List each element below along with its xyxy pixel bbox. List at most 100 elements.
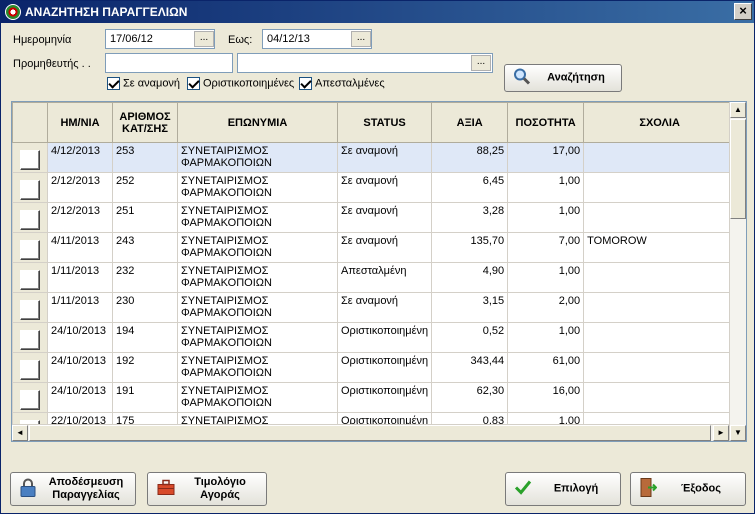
cell-value[interactable]: 3,15 <box>431 292 509 323</box>
cell-quantity[interactable]: 1,00 <box>507 322 585 353</box>
cell-quantity[interactable]: 1,00 <box>507 262 585 293</box>
cell-date[interactable]: 4/12/2013 <box>47 142 113 173</box>
row-selector[interactable] <box>12 322 48 353</box>
close-button[interactable]: × <box>734 3 752 20</box>
cell-date[interactable]: 24/10/2013 <box>47 322 113 353</box>
cell-quantity[interactable]: 16,00 <box>507 382 585 413</box>
cell-quantity[interactable]: 2,00 <box>507 292 585 323</box>
cell-name[interactable]: ΣΥΝΕΤΑΙΡΙΣΜΟΣ ΦΑΡΜΑΚΟΠΟΙΩΝ <box>177 232 338 263</box>
cell-date[interactable]: 24/10/2013 <box>47 352 113 383</box>
cell-status[interactable]: Σε αναμονή <box>336 172 433 203</box>
row-select-button[interactable] <box>20 360 40 380</box>
table-row[interactable]: 1/11/2013 230 ΣΥΝΕΤΑΙΡΙΣΜΟΣ ΦΑΡΜΑΚΟΠΟΙΩΝ Σε… <box>12 292 737 323</box>
select-button[interactable]: Επιλογή <box>505 472 621 506</box>
checkbox-sent-box[interactable] <box>299 77 312 90</box>
table-row[interactable]: 1/11/2013 232 ΣΥΝΕΤΑΙΡΙΣΜΟΣ ΦΑΡΜΑΚΟΠΟΙΩΝ Απ… <box>12 262 737 293</box>
supplier-name-field[interactable] <box>237 53 493 73</box>
cell-name[interactable]: ΣΥΝΕΤΑΙΡΙΣΜΟΣ ΦΑΡΜΑΚΟΠΟΙΩΝ <box>177 292 338 323</box>
row-selector[interactable] <box>12 292 48 323</box>
row-selector[interactable] <box>12 382 48 413</box>
cell-number[interactable]: 251 <box>112 202 178 233</box>
cell-name[interactable]: ΣΥΝΕΤΑΙΡΙΣΜΟΣ ΦΑΡΜΑΚΟΠΟΙΩΝ <box>177 142 338 173</box>
cell-status[interactable]: Οριστικοποιημένη <box>336 352 433 383</box>
row-selector[interactable] <box>12 202 48 233</box>
cell-value[interactable]: 0,52 <box>431 322 509 353</box>
table-row[interactable]: 24/10/2013 191 ΣΥΝΕΤΑΙΡΙΣΜΟΣ ΦΑΡΜΑΚΟΠΟΙΩΝ Ο… <box>12 382 737 413</box>
checkbox-finalized-box[interactable] <box>187 77 200 90</box>
cell-number[interactable]: 194 <box>112 322 178 353</box>
column-header-comments[interactable]: ΣΧΟΛΙΑ <box>583 102 737 143</box>
horizontal-scroll-thumb[interactable] <box>29 425 711 441</box>
cell-comment[interactable] <box>583 172 737 203</box>
cell-number[interactable]: 243 <box>112 232 178 263</box>
date-to-picker-button[interactable]: ... <box>351 31 371 47</box>
cell-name[interactable]: ΣΥΝΕΤΑΙΡΙΣΜΟΣ ΦΑΡΜΑΚΟΠΟΙΩΝ <box>177 202 338 233</box>
cell-status[interactable]: Σε αναμονή <box>336 232 433 263</box>
date-from-picker-button[interactable]: ... <box>194 31 214 47</box>
table-row[interactable]: 4/12/2013 253 ΣΥΝΕΤΑΙΡΙΣΜΟΣ ΦΑΡΜΑΚΟΠΟΙΩΝ Σε… <box>12 142 737 173</box>
cell-name[interactable]: ΣΥΝΕΤΑΙΡΙΣΜΟΣ ΦΑΡΜΑΚΟΠΟΙΩΝ <box>177 322 338 353</box>
table-row[interactable]: 24/10/2013 194 ΣΥΝΕΤΑΙΡΙΣΜΟΣ ΦΑΡΜΑΚΟΠΟΙΩΝ Ο… <box>12 322 737 353</box>
cell-comment[interactable] <box>583 292 737 323</box>
row-selector[interactable] <box>12 172 48 203</box>
cell-comment[interactable] <box>583 142 737 173</box>
row-selector[interactable] <box>12 142 48 173</box>
cell-number[interactable]: 230 <box>112 292 178 323</box>
cell-value[interactable]: 88,25 <box>431 142 509 173</box>
cell-comment[interactable] <box>583 202 737 233</box>
scroll-up-button[interactable]: ▲ <box>730 102 746 118</box>
scroll-left-button[interactable]: ◄ <box>12 425 28 441</box>
table-row[interactable]: 24/10/2013 192 ΣΥΝΕΤΑΙΡΙΣΜΟΣ ΦΑΡΜΑΚΟΠΟΙΩΝ Ο… <box>12 352 737 383</box>
release-order-button[interactable]: Αποδέσμευση Παραγγελίας <box>10 472 136 506</box>
horizontal-scrollbar[interactable]: ◄ ► <box>12 424 729 441</box>
cell-date[interactable]: 2/12/2013 <box>47 172 113 203</box>
row-select-button[interactable] <box>20 240 40 260</box>
column-header-quantity[interactable]: ΠΟΣΟΤΗΤΑ <box>507 102 585 143</box>
cell-number[interactable]: 253 <box>112 142 178 173</box>
cell-quantity[interactable]: 1,00 <box>507 172 585 203</box>
checkbox-finalized[interactable]: Οριστικοποιημένες <box>187 77 294 93</box>
column-header-status[interactable]: STATUS <box>336 102 433 143</box>
table-row[interactable]: 2/12/2013 251 ΣΥΝΕΤΑΙΡΙΣΜΟΣ ΦΑΡΜΑΚΟΠΟΙΩΝ Σε… <box>12 202 737 233</box>
row-select-button[interactable] <box>20 180 40 200</box>
supplier-code-field[interactable] <box>105 53 233 73</box>
cell-date[interactable]: 1/11/2013 <box>47 292 113 323</box>
vertical-scrollbar[interactable]: ▲ ▼ <box>729 102 746 441</box>
row-selector[interactable] <box>12 262 48 293</box>
scroll-right-button[interactable]: ► <box>713 425 729 441</box>
cell-value[interactable]: 3,28 <box>431 202 509 233</box>
cell-name[interactable]: ΣΥΝΕΤΑΙΡΙΣΜΟΣ ΦΑΡΜΑΚΟΠΟΙΩΝ <box>177 262 338 293</box>
checkbox-pending-box[interactable] <box>107 77 120 90</box>
row-select-button[interactable] <box>20 330 40 350</box>
row-selector[interactable] <box>12 232 48 263</box>
table-row[interactable]: 2/12/2013 252 ΣΥΝΕΤΑΙΡΙΣΜΟΣ ΦΑΡΜΑΚΟΠΟΙΩΝ Σε… <box>12 172 737 203</box>
cell-quantity[interactable]: 7,00 <box>507 232 585 263</box>
cell-number[interactable]: 232 <box>112 262 178 293</box>
checkbox-sent[interactable]: Απεσταλμένες <box>299 77 385 93</box>
column-header-name[interactable]: ΕΠΩΝΥΜΙΑ <box>177 102 338 143</box>
cell-value[interactable]: 6,45 <box>431 172 509 203</box>
cell-status[interactable]: Οριστικοποιημένη <box>336 382 433 413</box>
checkbox-pending[interactable]: Σε αναμονή <box>107 77 180 93</box>
cell-status[interactable]: Οριστικοποιημένη <box>336 322 433 353</box>
cell-value[interactable]: 4,90 <box>431 262 509 293</box>
cell-comment[interactable] <box>583 262 737 293</box>
exit-button[interactable]: Έξοδος <box>630 472 746 506</box>
cell-quantity[interactable]: 1,00 <box>507 202 585 233</box>
row-select-button[interactable] <box>20 210 40 230</box>
vertical-scroll-thumb[interactable] <box>730 119 746 219</box>
cell-status[interactable]: Απεσταλμένη <box>336 262 433 293</box>
cell-status[interactable]: Σε αναμονή <box>336 142 433 173</box>
cell-value[interactable]: 343,44 <box>431 352 509 383</box>
cell-quantity[interactable]: 61,00 <box>507 352 585 383</box>
row-select-button[interactable] <box>20 390 40 410</box>
cell-value[interactable]: 62,30 <box>431 382 509 413</box>
cell-comment[interactable] <box>583 322 737 353</box>
cell-number[interactable]: 252 <box>112 172 178 203</box>
row-selector[interactable] <box>12 352 48 383</box>
cell-date[interactable]: 24/10/2013 <box>47 382 113 413</box>
row-select-button[interactable] <box>20 270 40 290</box>
cell-name[interactable]: ΣΥΝΕΤΑΙΡΙΣΜΟΣ ΦΑΡΜΑΚΟΠΟΙΩΝ <box>177 172 338 203</box>
table-row[interactable]: 4/11/2013 243 ΣΥΝΕΤΑΙΡΙΣΜΟΣ ΦΑΡΜΑΚΟΠΟΙΩΝ Σε… <box>12 232 737 263</box>
search-button[interactable]: Αναζήτηση <box>504 64 622 92</box>
